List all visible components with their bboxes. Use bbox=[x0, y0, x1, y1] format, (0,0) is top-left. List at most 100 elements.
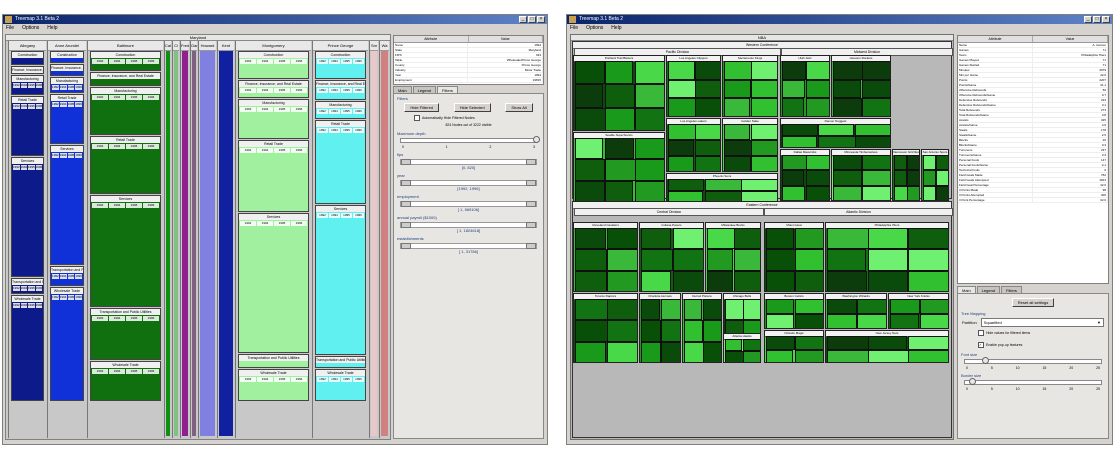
player-cell[interactable] bbox=[867, 249, 908, 271]
player-cell[interactable] bbox=[694, 61, 720, 80]
year-cell[interactable]: 1994 bbox=[257, 221, 273, 226]
county-column[interactable]: Anne Arundel Construction Finance, Insuran… bbox=[47, 41, 86, 438]
player-cell[interactable] bbox=[661, 320, 680, 342]
year-cell[interactable]: 1996 bbox=[35, 286, 42, 291]
player-cell[interactable] bbox=[766, 270, 796, 291]
year-cell[interactable]: 1992 bbox=[317, 88, 328, 93]
year-cell[interactable]: 1996 bbox=[291, 148, 307, 153]
year-cell[interactable]: 1992 bbox=[240, 88, 256, 93]
player-cell[interactable] bbox=[694, 98, 720, 116]
year-cell[interactable]: 1996 bbox=[143, 95, 159, 100]
team-block[interactable]: Vancouver Grizzlies bbox=[892, 149, 920, 201]
year-cell[interactable]: 1995 bbox=[341, 88, 352, 93]
player-cell[interactable] bbox=[684, 320, 704, 342]
team-block[interactable]: Indiana Pacers bbox=[639, 222, 704, 292]
player-cell[interactable] bbox=[806, 170, 829, 186]
year-cell[interactable]: 1995 bbox=[274, 377, 290, 382]
player-cell[interactable] bbox=[635, 84, 664, 108]
player-cell[interactable] bbox=[724, 61, 752, 80]
algorithm-select[interactable]: Squarified ▼ bbox=[980, 318, 1104, 327]
year-cell[interactable]: 1995 bbox=[126, 59, 142, 64]
player-cell[interactable] bbox=[606, 341, 637, 362]
player-cell[interactable] bbox=[766, 249, 797, 271]
year-cell[interactable]: 1994 bbox=[329, 109, 340, 114]
depth-slider[interactable] bbox=[400, 136, 540, 143]
industry-block[interactable]: Construction 1992 1994 1995 1996 bbox=[90, 51, 161, 71]
tab-main[interactable]: Main bbox=[393, 86, 412, 93]
team-block[interactable]: New Jersey Nets bbox=[825, 330, 949, 363]
county-column[interactable]: Fred bbox=[180, 41, 189, 438]
year-cell[interactable]: 1994 bbox=[59, 102, 67, 107]
year-cell[interactable]: 1994 bbox=[109, 316, 125, 321]
county-column[interactable]: Baltimore Construction 1992 1994 1995 1996 Fin… bbox=[87, 41, 163, 438]
player-cell[interactable] bbox=[923, 155, 936, 171]
team-block[interactable]: Charlotte Hornets bbox=[639, 293, 681, 363]
player-cell[interactable] bbox=[867, 228, 909, 250]
team-block[interactable]: Sacramento Kings bbox=[722, 55, 778, 117]
industry-block[interactable]: Wholesale Trade 1992 1994 1995 1996 bbox=[238, 369, 309, 401]
county-stripe[interactable] bbox=[174, 51, 178, 436]
year-cell[interactable]: 1996 bbox=[75, 295, 82, 300]
industry-block[interactable]: Manufacturing 1992 1994 1995 1996 bbox=[238, 99, 309, 139]
treemap-view[interactable]: Maryland Allegany Construction Finance, In… bbox=[5, 34, 391, 440]
player-cell[interactable] bbox=[833, 98, 863, 116]
year-cell[interactable]: 1996 bbox=[291, 88, 307, 93]
range-min-handle[interactable] bbox=[401, 243, 411, 249]
year-cell[interactable]: 1996 bbox=[35, 83, 42, 88]
county-column[interactable]: Allegany Construction Finance, Insurance, … bbox=[8, 41, 46, 438]
year-cell[interactable]: 1996 bbox=[143, 59, 159, 64]
industry-block[interactable]: Transportation and Public Utilities bbox=[315, 356, 366, 368]
player-cell[interactable] bbox=[862, 79, 890, 99]
player-cell[interactable] bbox=[806, 185, 829, 200]
team-block[interactable]: Dallas Mavericks bbox=[780, 149, 830, 201]
year-cell[interactable]: 1994 bbox=[257, 107, 273, 112]
year-cell[interactable]: 1994 bbox=[109, 203, 125, 208]
player-cell[interactable] bbox=[743, 299, 760, 321]
player-cell[interactable] bbox=[857, 299, 886, 314]
industry-block[interactable]: Wholesale Trade 1992 1994 1995 1996 bbox=[90, 361, 161, 401]
year-cell[interactable]: 1994 bbox=[20, 303, 27, 308]
year-cell[interactable]: 1994 bbox=[20, 104, 27, 109]
player-cell[interactable] bbox=[751, 79, 777, 99]
player-cell[interactable] bbox=[635, 138, 664, 160]
nba-treemap-view[interactable]: NBA Western Conference Eastern Conferenc… bbox=[570, 34, 954, 440]
year-cell[interactable]: 1992 bbox=[317, 377, 328, 382]
checkbox-box[interactable] bbox=[978, 330, 984, 336]
player-cell[interactable] bbox=[641, 228, 671, 250]
player-cell[interactable] bbox=[936, 185, 948, 200]
player-cell[interactable] bbox=[668, 79, 697, 99]
year-cell[interactable]: 1995 bbox=[126, 95, 142, 100]
player-cell[interactable] bbox=[672, 228, 703, 250]
checkbox-box[interactable] bbox=[414, 115, 420, 121]
player-cell[interactable] bbox=[605, 180, 634, 201]
industry-block[interactable]: Finance, Insurance, and Real Estate bbox=[11, 66, 44, 74]
player-cell[interactable] bbox=[743, 339, 760, 351]
team-block[interactable]: Miami Heat bbox=[764, 222, 824, 292]
player-cell[interactable] bbox=[806, 61, 829, 80]
player-cell[interactable] bbox=[862, 155, 890, 171]
year-cell[interactable]: 1995 bbox=[274, 148, 290, 153]
player-cell[interactable] bbox=[575, 138, 604, 160]
county-column[interactable]: Montgomery Construction 1992 1994 1995 1996 Fi… bbox=[235, 41, 311, 438]
border-size-slider[interactable] bbox=[964, 378, 1102, 385]
attr-header-attribute[interactable]: Attribute bbox=[394, 36, 469, 42]
industry-block[interactable]: Construction 1992 1994 1995 1996 bbox=[238, 51, 309, 79]
year-cell[interactable]: 1996 bbox=[75, 274, 82, 279]
player-cell[interactable] bbox=[818, 136, 856, 147]
player-cell[interactable] bbox=[923, 170, 936, 186]
player-cell[interactable] bbox=[751, 61, 777, 80]
player-cell[interactable] bbox=[575, 159, 606, 181]
year-cell[interactable]: 1992 bbox=[92, 59, 108, 64]
player-cell[interactable] bbox=[919, 299, 948, 314]
industry-block[interactable]: Finance, Insurance, and Real Estate19921… bbox=[238, 80, 309, 98]
player-cell[interactable] bbox=[672, 270, 703, 291]
year-cell[interactable]: 1996 bbox=[291, 377, 307, 382]
player-cell[interactable] bbox=[782, 124, 819, 136]
player-cell[interactable] bbox=[707, 249, 733, 271]
menu-help[interactable]: Help bbox=[611, 24, 621, 32]
player-cell[interactable] bbox=[827, 270, 868, 291]
show-all-button[interactable]: Show All bbox=[505, 103, 533, 112]
industry-block[interactable]: Manufacturing 1992 1994 1995 1996 bbox=[315, 101, 366, 119]
player-cell[interactable] bbox=[606, 320, 637, 342]
player-cell[interactable] bbox=[668, 140, 695, 156]
